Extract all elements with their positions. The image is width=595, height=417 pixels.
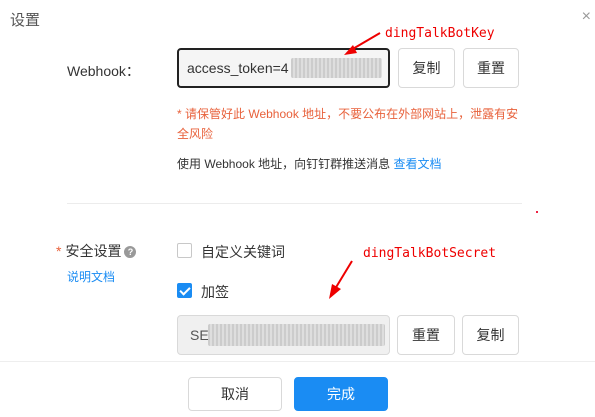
done-button[interactable]: 完成 — [294, 377, 388, 411]
close-icon[interactable]: × — [582, 9, 591, 25]
reset-webhook-button[interactable]: 重置 — [463, 48, 519, 88]
secret-value: SE — [190, 327, 209, 343]
annotation-key-arrow — [344, 32, 381, 55]
webhook-label: Webhook： — [67, 63, 140, 79]
secret-field[interactable]: SE — [177, 315, 390, 355]
footer-divider — [0, 361, 595, 362]
view-docs-link[interactable]: 查看文档 — [394, 157, 442, 171]
custom-keyword-label: 自定义关键词 — [201, 244, 285, 260]
stray-red-dot — [536, 211, 538, 213]
redacted-blur — [291, 58, 382, 78]
sign-checkbox[interactable] — [177, 283, 192, 298]
copy-webhook-button[interactable]: 复制 — [398, 48, 455, 88]
reset-secret-button[interactable]: 重置 — [397, 315, 455, 355]
webhook-usage-text: 使用 Webhook 地址，向钉钉群推送消息 — [177, 157, 391, 171]
section-divider — [67, 203, 522, 204]
webhook-url-value: access_token=4 — [187, 60, 289, 76]
security-settings-text: 安全设置 — [65, 243, 122, 259]
annotation-secret-label: dingTalkBotSecret — [363, 246, 497, 261]
annotation-secret-arrow — [329, 260, 353, 299]
redacted-blur — [208, 324, 385, 346]
security-settings-label: * 安全设置? — [56, 241, 137, 261]
webhook-usage-note: 使用 Webhook 地址，向钉钉群推送消息 查看文档 — [177, 155, 442, 172]
required-mark: * — [56, 243, 62, 259]
dialog-title: 设置 — [10, 12, 41, 29]
explain-docs-link[interactable]: 说明文档 — [67, 268, 115, 285]
webhook-security-warning: * 请保管好此 Webhook 地址，不要公布在外部网站上，泄露有安全风险 — [177, 107, 519, 141]
help-icon[interactable]: ? — [124, 246, 137, 258]
copy-secret-button[interactable]: 复制 — [462, 315, 519, 355]
custom-keyword-checkbox[interactable] — [177, 243, 192, 258]
annotation-key-label: dingTalkBotKey — [385, 26, 495, 41]
cancel-button[interactable]: 取消 — [188, 377, 282, 411]
sign-label: 加签 — [201, 284, 229, 300]
